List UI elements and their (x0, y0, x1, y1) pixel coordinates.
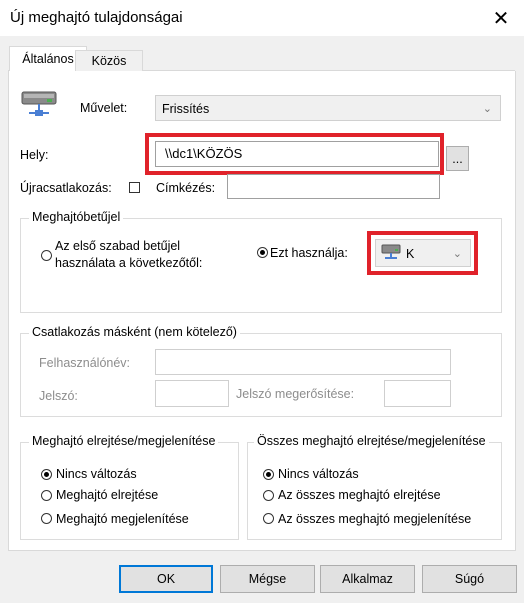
help-button[interactable]: Súgó (422, 565, 517, 593)
hide-show-option-show: Meghajtó megjelenítése (56, 512, 189, 526)
action-select[interactable]: Frissítés ⌄ (155, 95, 501, 121)
hide-show-all-option-no-change: Nincs változás (278, 467, 359, 481)
password-label: Jelszó: (39, 389, 78, 403)
location-label: Hely: (20, 148, 49, 162)
hide-show-all-radio-hide[interactable] (263, 490, 274, 501)
confirm-password-field[interactable] (384, 380, 451, 407)
use-this-label: Ezt használja: (270, 246, 348, 260)
apply-button[interactable]: Alkalmaz (320, 565, 415, 593)
chevron-down-icon: ⌄ (482, 103, 492, 115)
hide-show-all-option-show: Az összes meghajtó megjelenítése (278, 512, 472, 526)
action-label: Művelet: (80, 101, 128, 115)
hide-show-legend: Meghajtó elrejtése/megjelenítése (29, 434, 219, 448)
hide-show-all-radio-no-change[interactable] (263, 469, 274, 480)
hide-show-option-no-change: Nincs változás (56, 467, 137, 481)
use-this-radio[interactable] (257, 247, 268, 258)
first-available-label: Az első szabad betűjel használata a köve… (55, 239, 203, 270)
action-value: Frissítés (162, 102, 210, 116)
network-drive-icon (21, 90, 57, 125)
hide-show-all-legend: Összes meghajtó elrejtése/megjelenítése (254, 434, 489, 448)
cancel-button[interactable]: Mégse (220, 565, 315, 593)
hide-show-option-hide: Meghajtó elrejtése (56, 488, 159, 502)
caption-field[interactable] (227, 174, 440, 199)
drive-letter-legend: Meghajtóbetűjel (29, 210, 124, 224)
browse-button[interactable]: ... (446, 146, 469, 171)
hide-show-all-radio-show[interactable] (263, 513, 274, 524)
close-button[interactable]: ✕ (478, 2, 524, 34)
reconnect-checkbox[interactable] (129, 182, 140, 193)
browse-label: ... (452, 152, 463, 166)
hide-show-radio-show[interactable] (41, 513, 52, 524)
ok-button[interactable]: OK (119, 565, 213, 593)
connect-as-legend: Csatlakozás másként (nem kötelező) (29, 325, 240, 339)
password-field[interactable] (155, 380, 229, 407)
first-available-radio[interactable] (41, 250, 52, 261)
hide-show-radio-no-change[interactable] (41, 469, 52, 480)
reconnect-label: Újracsatlakozás: (20, 181, 112, 195)
window-title: Új meghajtó tulajdonságai (10, 9, 183, 26)
location-highlight (145, 133, 444, 175)
hide-show-radio-hide[interactable] (41, 490, 52, 501)
close-icon: ✕ (492, 7, 510, 30)
username-label: Felhasználónév: (39, 356, 131, 370)
confirm-password-label: Jelszó megerősítése: (236, 387, 355, 401)
drive-letter-highlight (367, 231, 478, 275)
caption-label: Címkézés: (156, 181, 216, 195)
tab-common[interactable]: Közös (75, 50, 143, 71)
hide-show-all-option-hide: Az összes meghajtó elrejtése (278, 488, 441, 502)
username-field[interactable] (155, 349, 451, 375)
